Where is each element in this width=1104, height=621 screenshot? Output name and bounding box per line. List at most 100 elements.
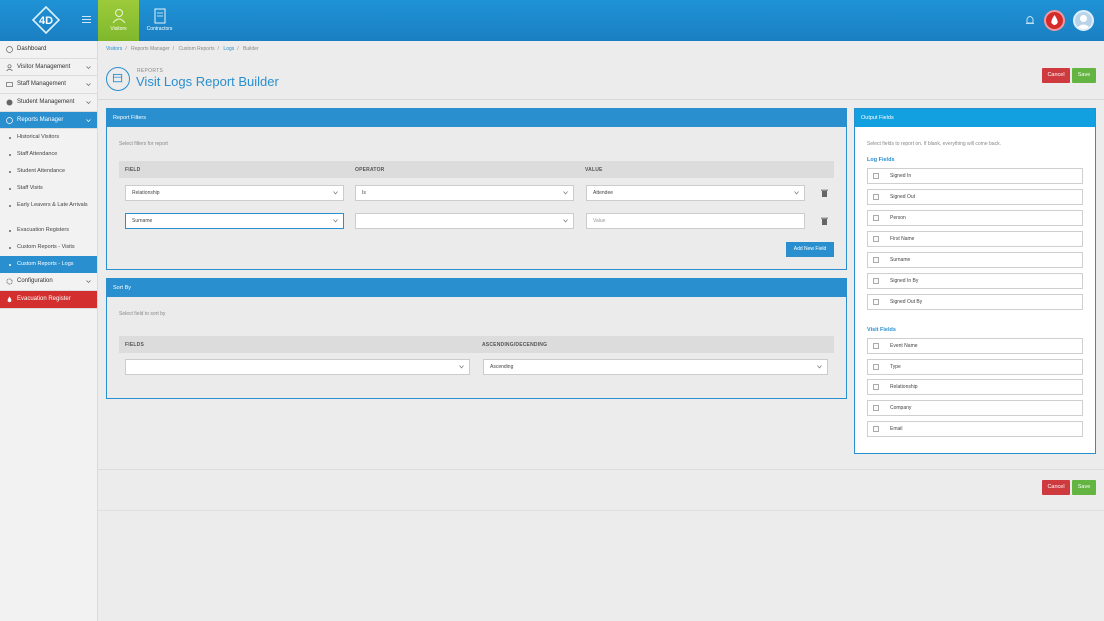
student-icon — [6, 99, 13, 106]
select-value: Is — [362, 190, 366, 196]
footer-divider — [98, 510, 1104, 511]
field-label: First Name — [890, 236, 915, 242]
checkbox[interactable] — [873, 384, 879, 390]
output-field-row[interactable]: Surname — [867, 252, 1083, 268]
trash-icon[interactable] — [821, 217, 828, 225]
breadcrumb-link[interactable]: Reports Manager — [131, 46, 170, 52]
brand-logo[interactable]: 4D — [32, 6, 60, 34]
sidebar-item-label: Evacuation Register — [17, 296, 71, 303]
tab-visitors[interactable]: Visitors — [98, 0, 139, 41]
field-label: Signed Out By — [890, 299, 923, 305]
output-field-row[interactable]: Signed Out — [867, 189, 1083, 205]
checkbox[interactable] — [873, 299, 879, 305]
output-field-row[interactable]: Signed In By — [867, 273, 1083, 289]
save-button[interactable]: Save — [1072, 480, 1096, 495]
sidebar-subitem-student-attendance[interactable]: Student Attendance — [0, 163, 97, 180]
drop-icon — [1051, 15, 1058, 25]
breadcrumb-link[interactable]: Logs — [223, 46, 234, 52]
dashboard-icon — [6, 46, 13, 53]
breadcrumb-link[interactable]: Custom Reports — [179, 46, 215, 52]
checkbox[interactable] — [873, 194, 879, 200]
field-label: Event Name — [890, 343, 918, 349]
field-label: Type — [890, 364, 901, 370]
chevron-down-icon — [86, 83, 91, 87]
checkbox[interactable] — [873, 364, 879, 370]
output-field-row[interactable]: Signed In — [867, 168, 1083, 184]
cancel-button[interactable]: Cancel — [1042, 480, 1070, 495]
sidebar-subitem-custom-reports-logs[interactable]: Custom Reports - Logs — [0, 256, 97, 274]
field-select[interactable]: Surname — [125, 213, 344, 229]
sort-field-select[interactable] — [125, 359, 470, 375]
checkbox[interactable] — [873, 426, 879, 432]
chevron-down-icon — [86, 65, 91, 69]
checkbox[interactable] — [873, 343, 879, 349]
panel-title: Report Filters — [107, 109, 846, 127]
sidebar-item-visitor-management[interactable]: Visitor Management — [0, 59, 97, 77]
sidebar-subitem-staff-visits[interactable]: Staff Visits — [0, 180, 97, 197]
breadcrumb-link[interactable]: Visitors — [106, 46, 122, 52]
select-value: Ascending — [490, 364, 514, 370]
bell-icon[interactable] — [1025, 14, 1035, 26]
checkbox[interactable] — [873, 278, 879, 284]
tab-label: Contractors — [146, 26, 173, 32]
sidebar-subitem-historical-visitors[interactable]: Historical Visitors — [0, 129, 97, 146]
sidebar-subitem-evacuation-registers[interactable]: Evacuation Registers — [0, 222, 97, 239]
select-value: Surname — [132, 218, 153, 224]
sidebar-subitem-custom-reports-visits[interactable]: Custom Reports - Visits — [0, 239, 97, 256]
chevron-down-icon — [794, 191, 799, 195]
save-button[interactable]: Save — [1072, 68, 1096, 83]
top-bar: 4D Visitors Contractors — [0, 0, 1104, 41]
filters-table-header: FIELD OPERATOR VALUE — [119, 161, 834, 178]
sidebar-item-reports-manager[interactable]: Reports Manager — [0, 111, 97, 130]
svg-text:4D: 4D — [39, 15, 53, 27]
output-field-row[interactable]: Type — [867, 359, 1083, 375]
chevron-down-icon — [459, 365, 464, 369]
output-field-row[interactable]: Email — [867, 421, 1083, 437]
document-icon — [154, 8, 165, 24]
output-field-row[interactable]: Person — [867, 210, 1083, 226]
cancel-button[interactable]: Cancel — [1042, 68, 1070, 83]
field-select[interactable]: Relationship — [125, 185, 344, 201]
output-field-row[interactable]: Relationship — [867, 379, 1083, 395]
user-icon — [1076, 15, 1091, 29]
operator-select[interactable]: Is — [355, 185, 574, 201]
sidebar-subitem-early-leavers[interactable]: Early Leavers & Late Arrivals — [0, 197, 97, 222]
chevron-down-icon — [86, 119, 91, 122]
chevron-down-icon — [333, 219, 338, 223]
tab-contractors[interactable]: Contractors — [139, 0, 180, 41]
sidebar-item-label: Dashboard — [17, 46, 47, 52]
checkbox[interactable] — [873, 173, 879, 179]
user-avatar[interactable] — [1073, 10, 1094, 31]
sidebar-item-staff-management[interactable]: Staff Management — [0, 76, 97, 95]
sidebar-item-label: Reports Manager — [17, 116, 64, 123]
sidebar-item-configuration[interactable]: Configuration — [0, 273, 97, 292]
value-input[interactable]: Value — [586, 213, 805, 229]
evacuation-alert-button[interactable] — [1044, 10, 1065, 31]
chevron-down-icon — [563, 191, 568, 195]
checkbox[interactable] — [873, 405, 879, 411]
chevron-down-icon — [333, 191, 338, 195]
operator-select[interactable] — [355, 213, 574, 229]
field-label: Signed Out — [890, 194, 916, 200]
value-select[interactable]: Attendee — [586, 185, 805, 201]
checkbox[interactable] — [873, 236, 879, 242]
column-header: ASCENDING/DECENDING — [482, 342, 548, 348]
sidebar-subitem-staff-attendance[interactable]: Staff Attendance — [0, 146, 97, 163]
output-field-row[interactable]: Company — [867, 400, 1083, 416]
output-field-row[interactable]: First Name — [867, 231, 1083, 247]
column-header: FIELDS — [125, 342, 144, 348]
sort-direction-select[interactable]: Ascending — [483, 359, 828, 375]
trash-icon[interactable] — [821, 189, 828, 197]
checkbox[interactable] — [873, 215, 879, 221]
id-card-icon — [6, 82, 13, 88]
sidebar-item-evacuation-register[interactable]: Evacuation Register — [0, 291, 97, 309]
content-divider — [98, 469, 1104, 470]
panel-title: Sort By — [107, 279, 846, 297]
menu-toggle-icon[interactable] — [82, 16, 91, 24]
output-field-row[interactable]: Event Name — [867, 338, 1083, 354]
sidebar-item-dashboard[interactable]: Dashboard — [0, 41, 97, 59]
output-field-row[interactable]: Signed Out By — [867, 294, 1083, 310]
add-new-field-button[interactable]: Add New Field — [786, 242, 834, 257]
sidebar-item-student-management[interactable]: Student Management — [0, 94, 97, 112]
checkbox[interactable] — [873, 257, 879, 263]
